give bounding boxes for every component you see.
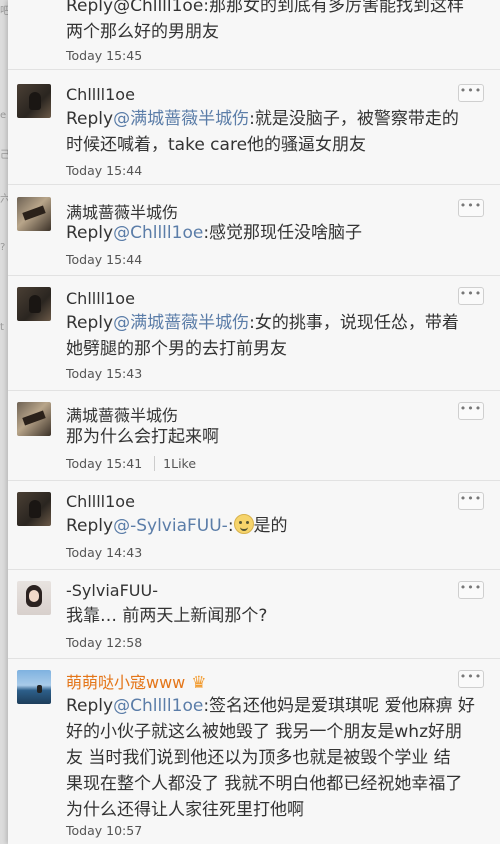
comment-author[interactable]: Chllll1oe xyxy=(66,85,135,104)
comment-text: 那为什么会打起来啊 xyxy=(66,427,219,447)
comment-time: Today 15:43 xyxy=(66,366,143,381)
comment-text-line: 两个那么好的男朋友 xyxy=(66,22,219,42)
comment-text-line: Reply@Chllll1oe:那那女的到底有多厉害能找到这样 xyxy=(66,0,465,16)
comment-time: Today 15:44 xyxy=(66,163,143,178)
more-options-button[interactable]: ••• xyxy=(458,581,484,599)
comment-text-line: :感觉那现任没啥脑子 xyxy=(203,223,363,243)
reply-label: Reply xyxy=(66,313,114,333)
avatar[interactable] xyxy=(17,670,51,704)
comment-text: Reply@Chllll1oe:感觉那现任没啥脑子 xyxy=(66,220,478,246)
like-count[interactable]: 1Like xyxy=(154,456,197,471)
comment-time: Today 15:44 xyxy=(66,252,143,267)
more-options-button[interactable]: ••• xyxy=(458,84,484,102)
comment-text-line: 果现在整个人都没了 我就不明白他都已经祝她幸福了 xyxy=(66,774,463,794)
strip-char: ? xyxy=(0,242,6,253)
reply-label: Reply xyxy=(66,696,114,716)
comment-item: 满城蔷薇半城伤 ••• 那为什么会打起来啊 Today 15:41 1Like xyxy=(8,390,500,481)
more-options-button[interactable]: ••• xyxy=(458,287,484,305)
strip-char: e xyxy=(0,110,7,121)
comment-text-line: 友 当时我们说到他还以为顶多也就是被毁个学业 结 xyxy=(66,748,451,768)
comment-text-line: 时候还喊着，take care他的骚逼女朋友 xyxy=(66,135,367,155)
comment-text-line: 为什么还得让人家往死里打他啊 xyxy=(66,800,304,820)
mention-link[interactable]: @Chllll1oe xyxy=(113,696,203,716)
avatar[interactable] xyxy=(17,402,51,436)
comment-author[interactable]: -SylviaFUU- xyxy=(66,581,158,600)
comment-text-line: :签名还他妈是爱琪琪呢 爱他麻痹 好 xyxy=(203,696,475,716)
avatar[interactable] xyxy=(17,287,51,321)
comment-item: Chllll1oe ••• Reply@满城蔷薇半城伤:女的挑事，说现任怂，带着… xyxy=(8,275,500,391)
mention-link[interactable]: @-SylviaFUU- xyxy=(113,516,228,536)
comment-item: Chllll1oe ••• Reply@-SylviaFUU-: 是的 Today… xyxy=(8,480,500,570)
comment-text-line: 是的 xyxy=(253,516,288,536)
mention-link[interactable]: @满城蔷薇半城伤 xyxy=(113,313,249,333)
comment-time: Today 10:57 xyxy=(66,823,143,838)
comment-text-line: :就是没脑子，被警察带走的 xyxy=(249,109,459,129)
comment-text-line: :女的挑事，说现任怂，带着 xyxy=(249,313,459,333)
comment-text-line: : xyxy=(227,516,234,536)
comment-author[interactable]: Chllll1oe xyxy=(66,289,135,308)
avatar[interactable] xyxy=(17,84,51,118)
mention-link[interactable]: @Chllll1oe xyxy=(113,223,203,243)
comment-text: Reply@满城蔷薇半城伤:就是没脑子，被警察带走的 时候还喊着，take ca… xyxy=(66,106,478,158)
more-options-button[interactable]: ••• xyxy=(458,492,484,510)
reply-label: Reply xyxy=(66,516,114,536)
avatar[interactable] xyxy=(17,492,51,526)
comment-text-line: 她劈腿的那个男的去打前男友 xyxy=(66,339,287,359)
more-options-button[interactable]: ••• xyxy=(458,402,484,420)
comment-meta: Today 15:41 1Like xyxy=(66,456,197,471)
reply-label: Reply xyxy=(66,223,114,243)
comment-item: Reply@Chllll1oe:那那女的到底有多厉害能找到这样 两个那么好的男朋… xyxy=(8,0,500,70)
comment-text: 我靠… 前两天上新闻那个? xyxy=(66,606,268,626)
strip-char: t xyxy=(0,322,4,333)
comment-time: Today 12:58 xyxy=(66,635,143,650)
mention-link[interactable]: @满城蔷薇半城伤 xyxy=(113,109,249,129)
more-options-button[interactable]: ••• xyxy=(458,670,484,688)
comments-panel: Reply@Chllll1oe:那那女的到底有多厉害能找到这样 两个那么好的男朋… xyxy=(8,0,500,844)
comment-author[interactable]: 萌萌哒小寇www xyxy=(66,673,185,692)
comment-item: -SylviaFUU- ••• 我靠… 前两天上新闻那个? Today 12:5… xyxy=(8,569,500,659)
comment-time: Today 15:45 xyxy=(66,48,143,63)
comment-text: Reply@-SylviaFUU-: 是的 xyxy=(66,513,478,539)
comment-text-line: 好的小伙子就这么被她毁了 我另一个朋友是whz好朋 xyxy=(66,722,463,742)
avatar[interactable] xyxy=(17,197,51,231)
comment-item: 满城蔷薇半城伤 ••• Reply@Chllll1oe:感觉那现任没啥脑子 To… xyxy=(8,184,500,276)
smile-emoji-icon xyxy=(233,514,254,534)
comment-text: Reply@满城蔷薇半城伤:女的挑事，说现任怂，带着 她劈腿的那个男的去打前男友 xyxy=(66,310,478,362)
avatar[interactable] xyxy=(17,581,51,615)
comment-text: Reply@Chllll1oe:签名还他妈是爱琪琪呢 爱他麻痹 好 好的小伙子就… xyxy=(66,693,478,823)
comment-author-line: 萌萌哒小寇www ♛ xyxy=(66,669,207,693)
crown-icon: ♛ xyxy=(191,673,207,693)
more-options-button[interactable]: ••• xyxy=(458,199,484,217)
comment-item: Chllll1oe ••• Reply@满城蔷薇半城伤:就是没脑子，被警察带走的… xyxy=(8,69,500,185)
comment-author[interactable]: 满城蔷薇半城伤 xyxy=(66,402,178,426)
comment-time: Today 15:41 xyxy=(66,456,143,471)
reply-label: Reply xyxy=(66,109,114,129)
comment-item: 萌萌哒小寇www ♛ ••• Reply@Chllll1oe:签名还他妈是爱琪琪呢… xyxy=(8,658,500,844)
comment-time: Today 14:43 xyxy=(66,545,143,560)
comment-author[interactable]: Chllll1oe xyxy=(66,492,135,511)
comment-text: Reply@Chllll1oe:那那女的到底有多厉害能找到这样 两个那么好的男朋… xyxy=(66,0,478,45)
